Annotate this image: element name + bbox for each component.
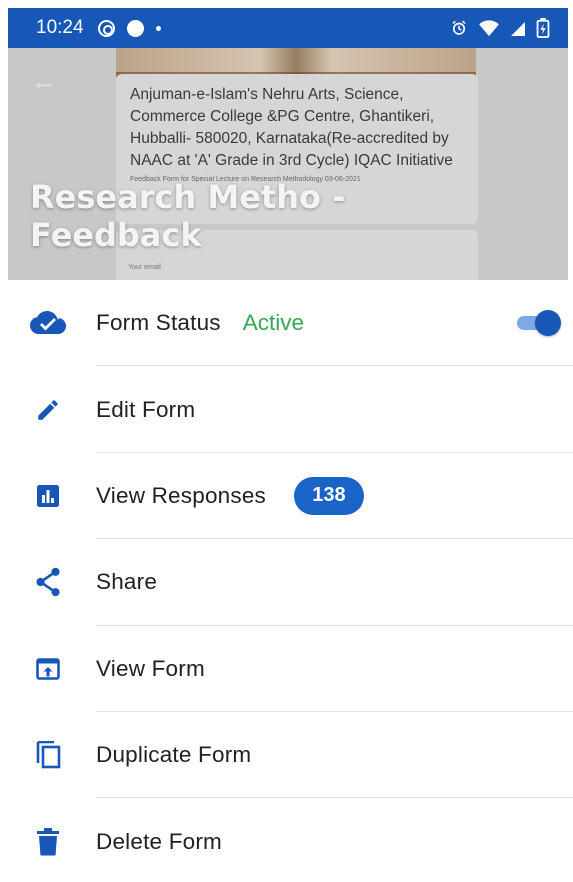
circle-icon bbox=[126, 19, 144, 37]
cloud-check-icon bbox=[0, 310, 96, 336]
at-sign-icon bbox=[97, 19, 115, 37]
pencil-icon bbox=[0, 397, 96, 423]
status-time: 10:24 bbox=[36, 17, 84, 38]
form-title-line1: Research Metho - bbox=[30, 178, 346, 216]
copy-icon bbox=[0, 741, 96, 769]
form-header: Anjuman-e-Islam's Nehru Arts, Science, C… bbox=[8, 48, 568, 280]
menu-item-share[interactable]: Share bbox=[0, 539, 573, 626]
form-status-toggle[interactable] bbox=[517, 310, 561, 336]
status-system-icons bbox=[450, 18, 550, 38]
back-arrow-icon[interactable]: ← bbox=[30, 67, 58, 95]
form-title-line2: Feedback bbox=[30, 216, 202, 254]
dot-icon bbox=[155, 25, 161, 31]
trash-icon bbox=[0, 827, 96, 856]
signal-icon bbox=[511, 22, 525, 36]
header-book-image bbox=[116, 48, 476, 74]
bar-chart-icon bbox=[0, 484, 96, 508]
edit-form-label: Edit Form bbox=[96, 396, 196, 422]
form-options-menu: Form Status Active Edit Form View Respon… bbox=[0, 280, 573, 882]
menu-item-view-form[interactable]: View Form bbox=[0, 626, 573, 712]
view-form-label: View Form bbox=[96, 655, 205, 681]
form-status-value: Active bbox=[242, 310, 305, 336]
menu-item-duplicate-form[interactable]: Duplicate Form bbox=[0, 712, 573, 799]
menu-item-edit-form[interactable]: Edit Form bbox=[0, 366, 573, 453]
toggle-knob bbox=[535, 310, 561, 336]
battery-icon bbox=[536, 18, 550, 38]
share-label: Share bbox=[96, 569, 158, 595]
form-title: Research Metho - Feedback bbox=[30, 178, 470, 254]
duplicate-form-label: Duplicate Form bbox=[96, 742, 252, 768]
status-bar: 10:24 bbox=[8, 8, 568, 48]
menu-item-view-responses[interactable]: View Responses 138 bbox=[0, 453, 573, 540]
form-status-label: Form Status bbox=[96, 310, 221, 336]
form-preview-email-label: Your email bbox=[128, 264, 161, 271]
view-responses-label: View Responses bbox=[96, 482, 266, 508]
menu-item-delete-form[interactable]: Delete Form bbox=[0, 798, 573, 882]
alarm-icon bbox=[452, 20, 466, 35]
wifi-icon bbox=[479, 20, 499, 37]
menu-item-form-status[interactable]: Form Status Active bbox=[0, 280, 573, 367]
share-icon bbox=[0, 567, 96, 597]
open-in-browser-icon bbox=[0, 657, 96, 680]
status-notification-icons bbox=[97, 19, 161, 37]
form-preview-title: Anjuman-e-Islam's Nehru Arts, Science, C… bbox=[130, 86, 453, 169]
delete-form-label: Delete Form bbox=[96, 828, 222, 854]
responses-count-badge: 138 bbox=[293, 476, 364, 515]
